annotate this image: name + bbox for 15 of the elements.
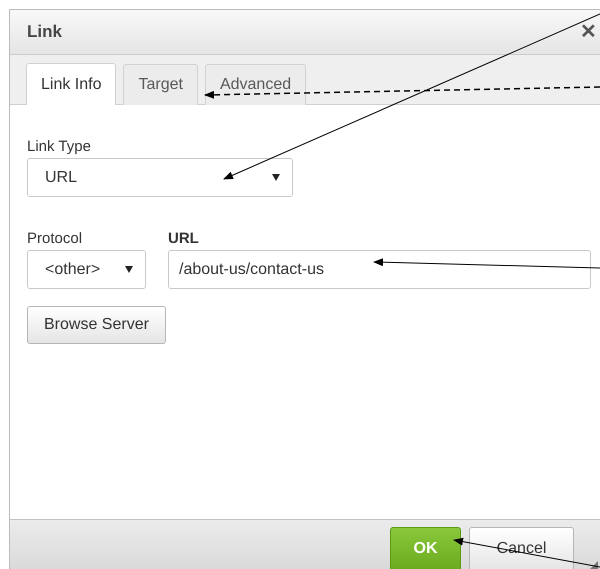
link-type-select[interactable]: URL: [27, 158, 293, 197]
field-label: Protocol: [27, 230, 84, 247]
close-button[interactable]: ✕: [580, 22, 597, 42]
dialog-title: Link: [27, 22, 62, 42]
caret-icon: [272, 174, 280, 181]
url-input[interactable]: /about-us/contact-us: [168, 250, 591, 289]
dialog-button[interactable]: Cancel: [469, 527, 574, 569]
field-label: Link Type: [27, 138, 91, 155]
tab[interactable]: Target: [123, 64, 198, 105]
protocol-select[interactable]: <other>: [27, 250, 146, 289]
field-label: URL: [168, 230, 200, 247]
caret-icon: [125, 266, 133, 273]
tab[interactable]: Advanced: [204, 64, 306, 105]
browse-server-button[interactable]: Browse Server: [27, 306, 166, 344]
tab[interactable]: Link Info: [26, 63, 116, 105]
